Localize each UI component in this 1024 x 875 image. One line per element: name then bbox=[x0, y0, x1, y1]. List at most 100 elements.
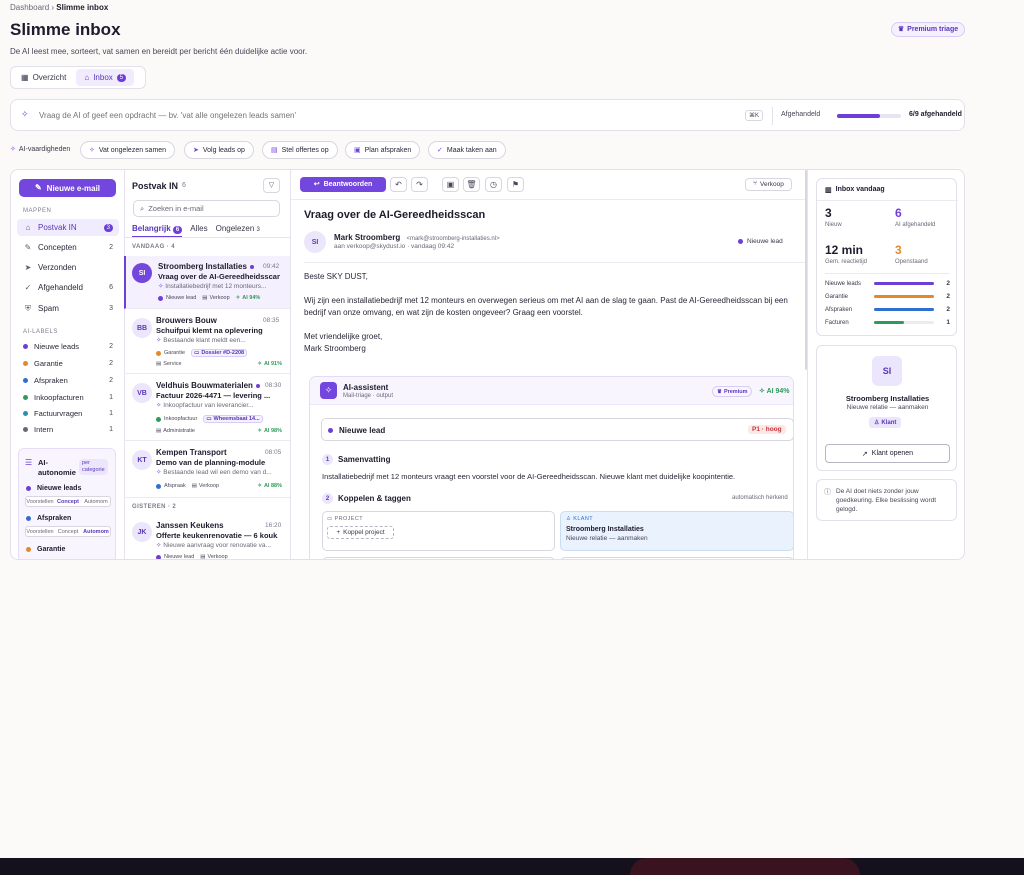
autonomy-tag-line1: per bbox=[82, 460, 90, 466]
delete-button[interactable]: 🗑 bbox=[463, 177, 480, 192]
sidebar-item-postvak-in[interactable]: ⌂ Postvak IN 3 bbox=[17, 219, 119, 236]
open-customer-button[interactable]: ↗ Klant openen bbox=[825, 444, 950, 463]
label-dot bbox=[156, 483, 161, 489]
folder-count: 2 bbox=[109, 244, 113, 251]
dept-tag: ▤ Administratie bbox=[156, 428, 195, 434]
page-title: Slimme inbox bbox=[10, 20, 121, 39]
new-mail-button[interactable]: ✎ Nieuwe e-mail bbox=[19, 179, 116, 197]
sender-email[interactable]: <mark@stroomberg-installaties.nl> bbox=[406, 236, 499, 242]
sidebar-item-spam[interactable]: ⛨ Spam 3 bbox=[17, 300, 119, 317]
ai-command-input[interactable] bbox=[39, 109, 739, 122]
reply-button[interactable]: ↩ Beantwoorden bbox=[300, 177, 386, 192]
forward-button[interactable]: ↷ bbox=[411, 177, 428, 192]
message-tags: Nieuwe lead ▤ Verkoop ✧ AI 94% bbox=[158, 295, 260, 301]
inbox-app: ✎ Nieuwe e-mail MAPPEN ⌂ Postvak IN 3 ✎ … bbox=[10, 169, 965, 560]
inbox-icon: ⌂ bbox=[84, 72, 90, 82]
label-factuurvragen[interactable]: Factuurvragen 1 bbox=[17, 406, 119, 421]
autonomy-tag-line2: categorie bbox=[82, 467, 105, 473]
bar-label: Garantie bbox=[825, 293, 849, 300]
summary-text: Installatiebedrijf met 12 monteurs vraag… bbox=[322, 472, 736, 481]
step-summary-header: 1 Samenvatting bbox=[322, 454, 390, 465]
breadcrumb-parent[interactable]: Dashboard bbox=[10, 3, 49, 12]
list-item[interactable]: BB Brouwers Bouw 08:35 Schuifpui klemt n… bbox=[124, 310, 290, 374]
inbox-today-card: ▥ Inbox vandaag 3 Nieuw 6 AI afgehandeld … bbox=[816, 178, 958, 336]
mail-closing: Met vriendelijke groet, bbox=[304, 332, 383, 341]
list-item[interactable]: SI Stroomberg Installaties 09:42 Vraag o… bbox=[124, 256, 290, 309]
message-subject: Vraag over de AI-Gereedheidsscan bbox=[158, 272, 280, 281]
option-automom[interactable]: Automom bbox=[82, 499, 110, 505]
bar-value: 2 bbox=[946, 293, 950, 300]
divider bbox=[290, 170, 291, 559]
link-project-button[interactable]: + Koppel project bbox=[327, 526, 394, 539]
skill-volg-leads[interactable]: ➤ Volg leads op bbox=[184, 141, 254, 159]
reply-all-button[interactable]: ↶ bbox=[390, 177, 407, 192]
list-item[interactable]: JK Janssen Keukens 16:20 Offerte keukenr… bbox=[124, 516, 290, 560]
tab-inbox[interactable]: ⌂ Inbox 5 bbox=[76, 69, 135, 86]
snooze-button[interactable]: ◷ bbox=[485, 177, 502, 192]
tab-label: Belangrijk bbox=[132, 224, 171, 233]
tab-belangrijk[interactable]: Belangrijk 6 bbox=[132, 224, 183, 238]
option-voorstellen[interactable]: Voorstellen bbox=[26, 529, 54, 535]
tab-alles[interactable]: Alles bbox=[190, 224, 207, 238]
step-title: Koppelen & taggen bbox=[338, 494, 411, 503]
filter-button[interactable]: ▽ bbox=[263, 178, 280, 193]
category-bar: Garantie 2 bbox=[825, 291, 950, 302]
message-sender: Brouwers Bouw bbox=[156, 316, 217, 325]
list-item[interactable]: KT Kempen Transport 08:05 Demo van de pl… bbox=[124, 442, 290, 498]
send-icon: ➤ bbox=[24, 262, 32, 272]
label-afspraken[interactable]: Afspraken 2 bbox=[17, 373, 119, 388]
label-nieuwe-leads[interactable]: Nieuwe leads 2 bbox=[17, 339, 119, 354]
autonomy-selector-afspraken[interactable]: Voorstellen Concept Automom bbox=[25, 526, 111, 537]
sparkle-icon: ✧ bbox=[759, 388, 767, 395]
lead-status-label: Nieuwe lead bbox=[747, 238, 783, 245]
sidebar-item-concepten[interactable]: ✎ Concepten 2 bbox=[17, 239, 119, 256]
category-button[interactable]: ⑂ Verkoop bbox=[745, 178, 792, 191]
dossier-tag[interactable]: ▭ Dossier #D-2208 bbox=[191, 349, 248, 357]
message-time: 09:42 bbox=[263, 263, 280, 270]
sender-name: Veldhuis Bouwmaterialen bbox=[156, 381, 253, 390]
message-subject: Offerte keukenrenovatie — 6 kouk... bbox=[156, 531, 278, 540]
list-item[interactable]: VB Veldhuis Bouwmaterialen 08:30 Factuur… bbox=[124, 375, 290, 441]
tag-label: Verkoop bbox=[209, 295, 230, 301]
project-tag[interactable]: ▭ Wheemsbaat 14... bbox=[203, 415, 263, 423]
bar-label: Afspraken bbox=[825, 306, 853, 313]
crown-icon: ♛ bbox=[717, 388, 722, 395]
option-voorstellen[interactable]: Voorstellen bbox=[26, 499, 54, 505]
option-concept[interactable]: Concept bbox=[54, 529, 82, 535]
premium-triage-badge[interactable]: ♛ Premium triage bbox=[891, 22, 965, 37]
reader-scrollbar[interactable] bbox=[805, 170, 807, 370]
skill-afspraken[interactable]: ▣ Plan afspraken bbox=[345, 141, 421, 159]
label-garantie[interactable]: Garantie 2 bbox=[17, 356, 119, 371]
document-icon: ▤ bbox=[200, 554, 206, 560]
tag-label: Wheemsbaat 14... bbox=[213, 416, 260, 422]
archive-button[interactable]: ▣ bbox=[442, 177, 459, 192]
bottom-glow bbox=[630, 858, 860, 875]
skill-vat-samen[interactable]: ✧ Vat ongelezen samen bbox=[80, 141, 176, 159]
lead-classification[interactable] bbox=[321, 418, 793, 441]
sidebar-item-verzonden[interactable]: ➤ Verzonden bbox=[17, 259, 119, 276]
label-dot bbox=[23, 378, 28, 383]
label-inkoopfacturen[interactable]: Inkoopfacturen 1 bbox=[17, 390, 119, 405]
label-count: 2 bbox=[109, 360, 113, 367]
tab-label: Alles bbox=[190, 224, 208, 233]
tab-ongelezen[interactable]: Ongelezen 3 bbox=[216, 224, 260, 238]
flag-button[interactable]: ⚑ bbox=[507, 177, 524, 192]
folder-icon: ▭ bbox=[194, 350, 200, 356]
option-automom[interactable]: Automom bbox=[82, 529, 110, 535]
send-icon: ➤ bbox=[193, 146, 199, 154]
skill-offertes[interactable]: ▤ Stel offertes op bbox=[262, 141, 338, 159]
document-icon: ▤ bbox=[191, 483, 197, 489]
skill-taken[interactable]: ✓ Maak taken aan bbox=[428, 141, 506, 159]
check-circle-icon: ✓ bbox=[437, 146, 443, 154]
trash-icon: 🗑 bbox=[466, 180, 477, 189]
autonomy-selector-leads[interactable]: Voorstellen Concept Automom bbox=[25, 496, 111, 507]
label-count: 1 bbox=[109, 426, 113, 433]
sparkle-icon: ✧ bbox=[320, 382, 337, 399]
label-name: Inkoopfacturen bbox=[34, 393, 84, 402]
sidebar-item-afgehandeld[interactable]: ✓ Afgehandeld 6 bbox=[17, 279, 119, 296]
search-input[interactable]: ⌕ Zoeken in e-mail bbox=[133, 200, 280, 217]
skill-label: Volg leads op bbox=[202, 146, 245, 154]
option-concept[interactable]: Concept bbox=[54, 499, 82, 505]
label-intern[interactable]: Intern 1 bbox=[17, 422, 119, 437]
tab-overzicht[interactable]: ▦ Overzicht bbox=[13, 69, 74, 86]
